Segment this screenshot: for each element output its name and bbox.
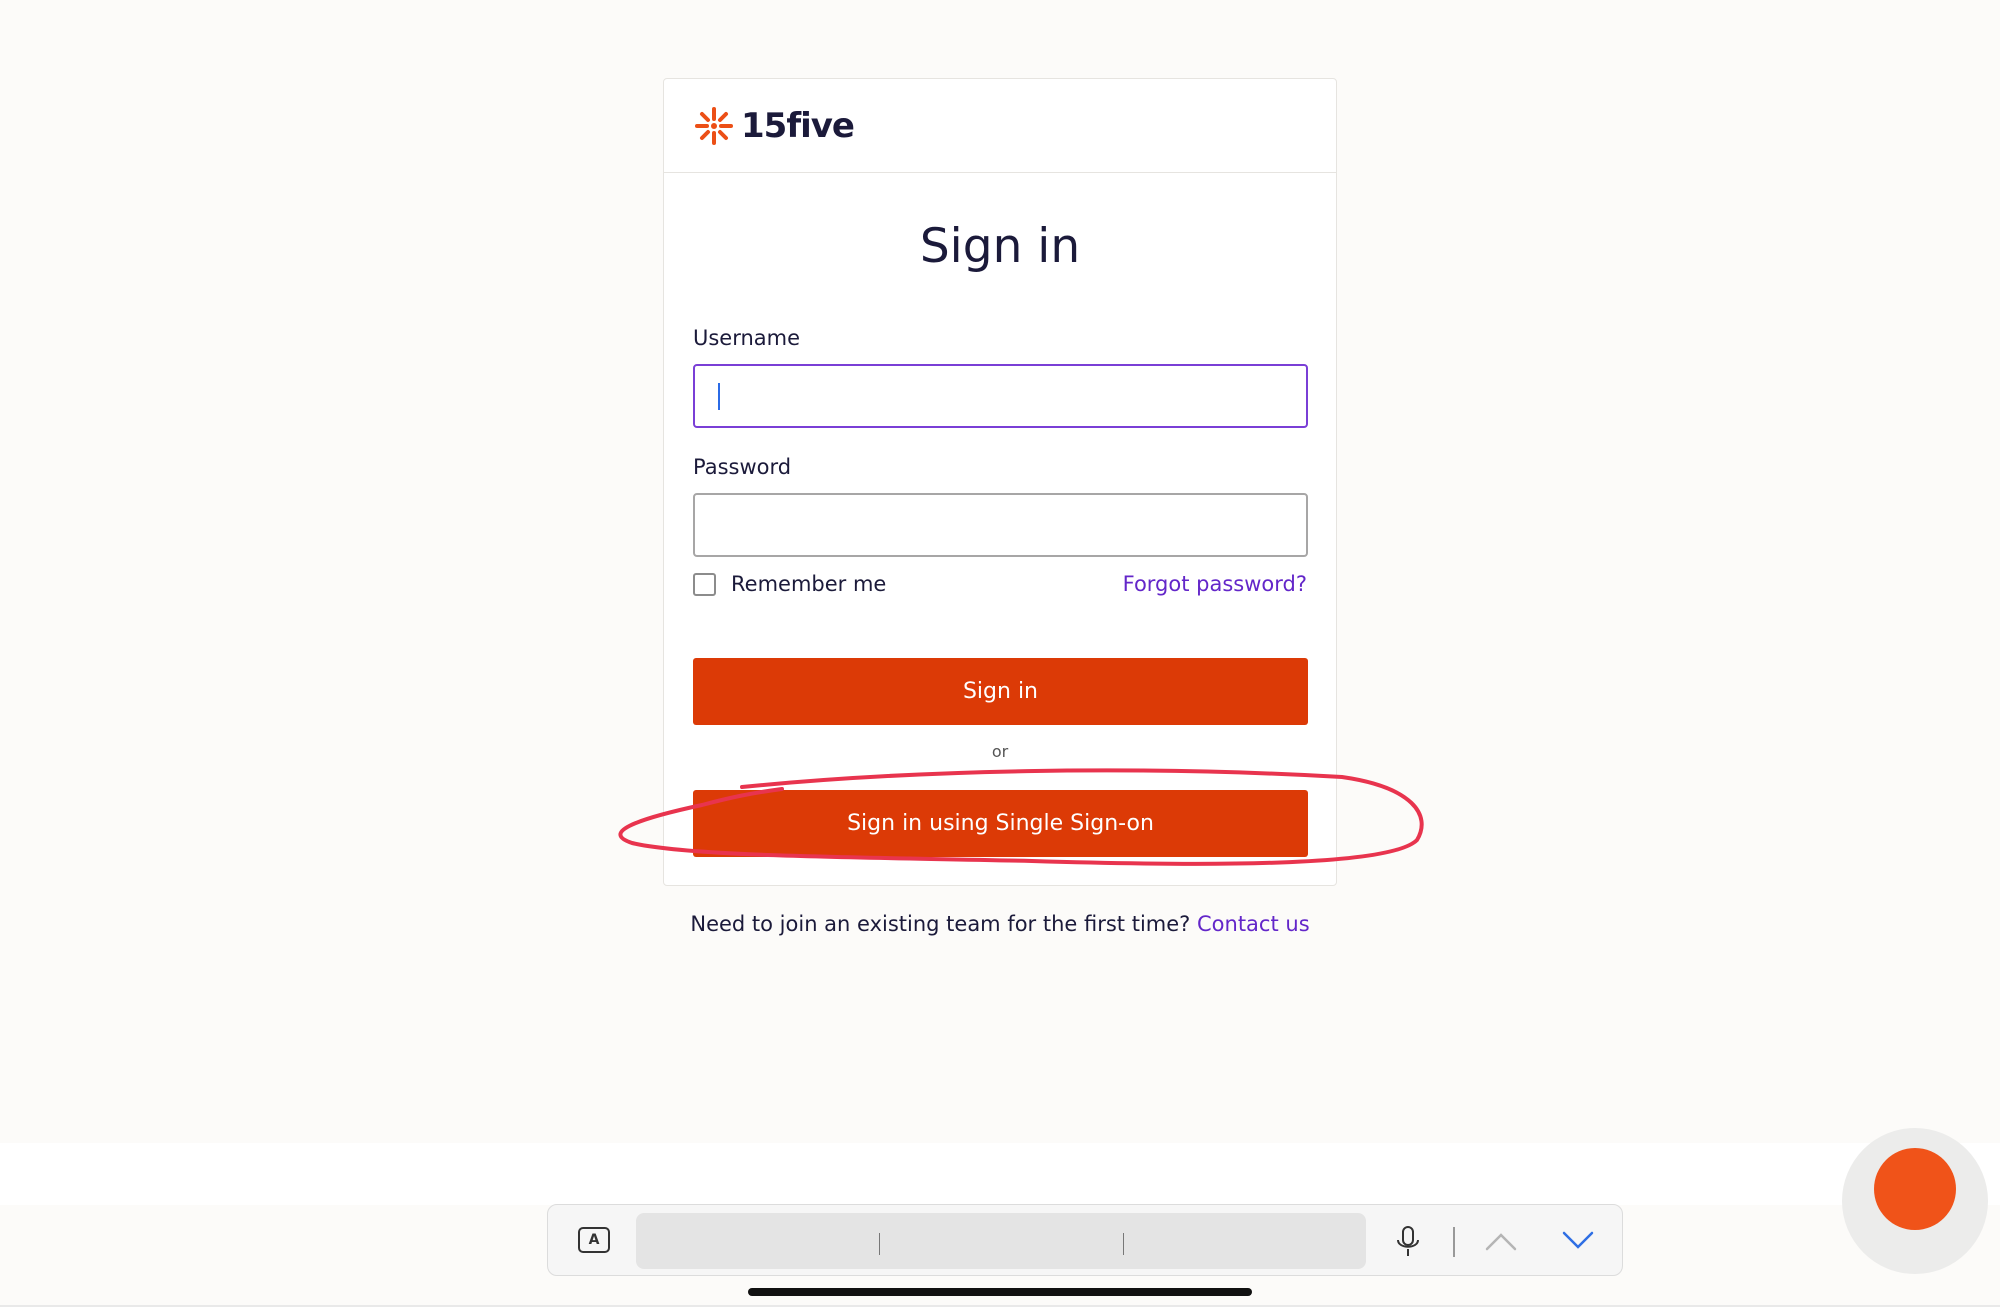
card-header: 15five [664, 79, 1336, 173]
or-divider: or [991, 742, 1009, 761]
sign-in-button[interactable]: Sign in [693, 658, 1308, 725]
chevron-up-icon[interactable] [1483, 1227, 1519, 1255]
remember-me-checkbox[interactable] [693, 572, 716, 596]
contact-us-link[interactable]: Contact us [1197, 912, 1310, 936]
home-indicator [748, 1288, 1252, 1296]
autofill-suggestions[interactable] [636, 1213, 1366, 1269]
suggestion-divider [1123, 1233, 1124, 1255]
microphone-icon[interactable] [1393, 1225, 1423, 1259]
suggestion-divider [879, 1233, 880, 1255]
remember-me-label[interactable]: Remember me [731, 572, 886, 596]
join-team-text: Need to join an existing team for the fi… [0, 912, 2000, 936]
brand-name: 15five [741, 106, 855, 146]
chat-icon[interactable] [1874, 1148, 1956, 1230]
page-bottom-band [0, 1143, 2000, 1205]
sunburst-logo-icon [695, 107, 733, 145]
chat-widget[interactable] [1842, 1128, 1988, 1274]
sso-sign-in-button[interactable]: Sign in using Single Sign-on [693, 790, 1308, 857]
chevron-down-icon[interactable] [1560, 1227, 1596, 1255]
keyboard-a-icon[interactable]: A [578, 1227, 610, 1253]
signin-card: 15five Sign in Username Password Remembe… [663, 78, 1337, 886]
remember-me-row: Remember me [693, 572, 886, 596]
toolbar-divider [1453, 1227, 1455, 1257]
username-label: Username [693, 326, 801, 350]
keyboard-accessory-bar: A [547, 1204, 1623, 1276]
forgot-password-link[interactable]: Forgot password? [1123, 572, 1307, 596]
page-title: Sign in [919, 219, 1081, 274]
password-input[interactable] [693, 493, 1308, 557]
brand-logo: 15five [693, 105, 855, 147]
password-label: Password [693, 455, 792, 479]
text-caret [718, 383, 720, 410]
join-team-prompt: Need to join an existing team for the fi… [690, 912, 1191, 936]
username-input[interactable] [693, 364, 1308, 428]
